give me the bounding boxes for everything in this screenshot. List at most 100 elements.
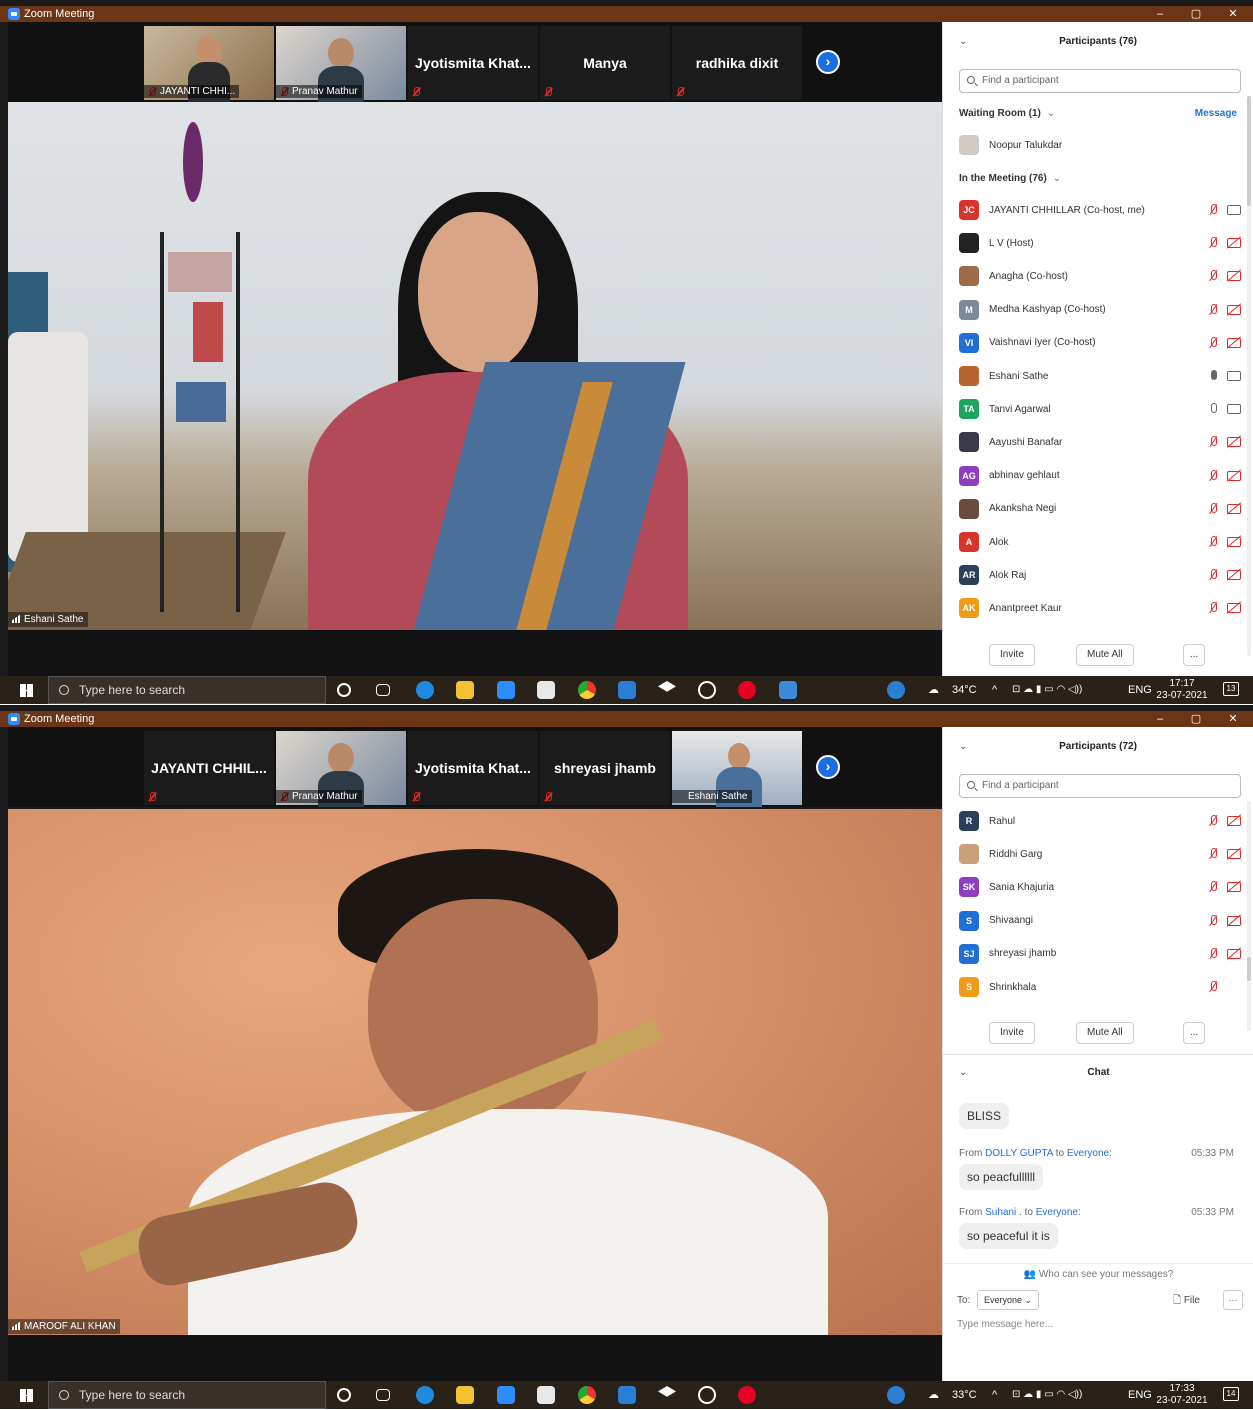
waiting-participant[interactable]: Noopur Talukdar <box>959 132 1241 158</box>
temperature[interactable]: 33°C <box>952 1381 977 1409</box>
participant-row[interactable]: S Shivaangi <box>959 908 1241 934</box>
participant-row[interactable]: S Shrinkhala <box>959 974 1241 1000</box>
collapse-chevron-icon[interactable]: ⌄ <box>959 727 967 767</box>
participant-row[interactable]: Anagha (Co-host) <box>959 263 1241 289</box>
mic-muted-icon[interactable] <box>1207 204 1221 216</box>
participant-row[interactable]: AG abhinav gehlaut <box>959 463 1241 489</box>
maximize-icon[interactable]: ▢ <box>1178 6 1214 22</box>
tray-icons[interactable]: ⊡ ☁ ▮ ▭ ◠ ◁)) <box>1012 1381 1082 1409</box>
windows-start-icon[interactable] <box>20 684 33 697</box>
mic-muted-icon[interactable] <box>1207 602 1221 614</box>
language[interactable]: ENG <box>1128 676 1152 704</box>
camera-icon[interactable] <box>1227 371 1241 381</box>
clock[interactable]: 17:17 23-07-2021 <box>1152 678 1212 702</box>
participant-row[interactable]: A Alok <box>959 529 1241 555</box>
camera-off-icon[interactable] <box>1227 437 1241 448</box>
camera-off-icon[interactable] <box>1227 537 1241 547</box>
chrome-icon[interactable] <box>578 681 596 699</box>
find-participant-input[interactable]: Find a participant <box>959 774 1241 798</box>
mic-muted-icon[interactable] <box>1207 848 1221 860</box>
message-waiting-button[interactable]: Message <box>1195 108 1237 119</box>
camera-off-icon[interactable] <box>1227 882 1241 893</box>
minimize-icon[interactable]: – <box>1142 6 1178 22</box>
camera-off-icon[interactable] <box>1227 337 1241 348</box>
pinterest-icon[interactable] <box>738 1386 756 1404</box>
recipient-select[interactable]: Everyone ⌄ <box>977 1290 1040 1310</box>
recipient-name[interactable]: Everyone <box>1036 1207 1078 1218</box>
chat-message-input[interactable]: Type message here... <box>957 1319 1241 1369</box>
participant-row[interactable]: Akanksha Negi <box>959 496 1241 522</box>
language[interactable]: ENG <box>1128 1381 1152 1409</box>
camera-off-icon[interactable] <box>1227 238 1241 249</box>
zoom-app-icon[interactable] <box>497 681 515 699</box>
sender-name[interactable]: DOLLY GUPTA <box>985 1148 1053 1159</box>
camera-off-icon[interactable] <box>1227 948 1241 959</box>
edge-icon[interactable] <box>416 681 434 699</box>
participant-row[interactable]: L V (Host) <box>959 230 1241 256</box>
app-icon[interactable] <box>698 1386 716 1404</box>
camera-off-icon[interactable] <box>1227 570 1241 581</box>
mic-muted-icon[interactable] <box>1207 947 1221 960</box>
thumbnail-tile[interactable]: Eshani Sathe <box>672 731 802 807</box>
participant-row[interactable]: VI Vaishnavi Iyer (Co-host) <box>959 330 1241 356</box>
camera-off-icon[interactable] <box>1227 603 1241 614</box>
dropbox-icon[interactable] <box>658 1386 676 1397</box>
cortana-icon[interactable] <box>337 683 351 697</box>
mic-muted-icon[interactable] <box>1207 336 1221 349</box>
dropbox-icon[interactable] <box>658 681 676 692</box>
participant-row[interactable]: AK Anantpreet Kaur <box>959 595 1241 621</box>
mic-muted-icon[interactable] <box>1207 569 1221 581</box>
participant-row[interactable]: Eshani Sathe <box>959 363 1241 389</box>
participant-row[interactable]: Aayushi Banafar <box>959 429 1241 455</box>
task-view-icon[interactable] <box>376 684 390 696</box>
thumbnail-tile[interactable]: Jyotismita Khat... <box>408 731 538 805</box>
thumbnail-tile[interactable]: shreyasi jhamb <box>540 731 670 805</box>
mail-icon[interactable] <box>618 1386 636 1404</box>
participant-row[interactable]: TA Tanvi Agarwal <box>959 396 1241 422</box>
scrollbar-thumb[interactable] <box>1247 96 1251 206</box>
app-icon[interactable] <box>698 681 716 699</box>
in-meeting-header[interactable]: In the Meeting (76) ⌄ <box>959 173 1061 184</box>
mic-icon[interactable] <box>1207 370 1221 382</box>
mic-icon[interactable] <box>1207 403 1221 415</box>
thumbnail-tile[interactable]: radhika dixit <box>672 26 802 100</box>
thumbnail-tile[interactable]: JAYANTI CHHI... <box>144 26 274 102</box>
participant-row[interactable]: M Medha Kashyap (Co-host) <box>959 297 1241 323</box>
collapse-chevron-icon[interactable]: ⌄ <box>959 1055 967 1091</box>
mic-muted-icon[interactable] <box>1207 436 1221 448</box>
thumbnail-tile[interactable]: Pranav Mathur <box>276 26 406 102</box>
cortana-icon[interactable] <box>337 1388 351 1402</box>
tray-icons[interactable]: ⊡ ☁ ▮ ▭ ◠ ◁)) <box>1012 676 1082 704</box>
recipient-name[interactable]: Everyone <box>1067 1148 1109 1159</box>
camera-off-icon[interactable] <box>1227 470 1241 481</box>
mute-all-button[interactable]: Mute All <box>1076 644 1134 666</box>
zoom-app-icon[interactable] <box>497 1386 515 1404</box>
mic-muted-icon[interactable] <box>1207 303 1221 316</box>
mic-muted-icon[interactable] <box>1207 881 1221 893</box>
mic-muted-icon[interactable] <box>1207 815 1221 827</box>
participant-row[interactable]: SJ shreyasi jhamb <box>959 941 1241 967</box>
edge-icon[interactable] <box>416 1386 434 1404</box>
mic-muted-icon[interactable] <box>1207 536 1221 548</box>
mic-muted-icon[interactable] <box>1207 502 1221 515</box>
clock[interactable]: 17:33 23-07-2021 <box>1152 1383 1212 1407</box>
help-icon[interactable] <box>887 1386 905 1404</box>
find-participant-input[interactable]: Find a participant <box>959 69 1241 93</box>
participant-row[interactable]: R Rahul <box>959 808 1241 834</box>
thumbnail-tile[interactable]: Pranav Mathur <box>276 731 406 807</box>
camera-off-icon[interactable] <box>1227 503 1241 514</box>
mic-muted-icon[interactable] <box>1207 981 1221 993</box>
taskbar-search-box[interactable]: Type here to search <box>48 676 326 704</box>
chrome-icon[interactable] <box>578 1386 596 1404</box>
more-button[interactable]: ... <box>1183 1022 1206 1044</box>
camera-off-icon[interactable] <box>1227 849 1241 860</box>
camera-off-icon[interactable] <box>1227 304 1241 315</box>
camera-off-icon[interactable] <box>1227 915 1241 926</box>
file-button[interactable]: 🗋 File <box>1173 1293 1200 1310</box>
waiting-room-header[interactable]: Waiting Room (1) ⌄ <box>959 108 1055 119</box>
thumbnail-tile[interactable]: Jyotismita Khat... <box>408 26 538 100</box>
invite-button[interactable]: Invite <box>989 644 1035 666</box>
camera-icon[interactable] <box>1227 205 1241 215</box>
mute-all-button[interactable]: Mute All <box>1076 1022 1134 1044</box>
more-button[interactable]: ... <box>1183 644 1206 666</box>
